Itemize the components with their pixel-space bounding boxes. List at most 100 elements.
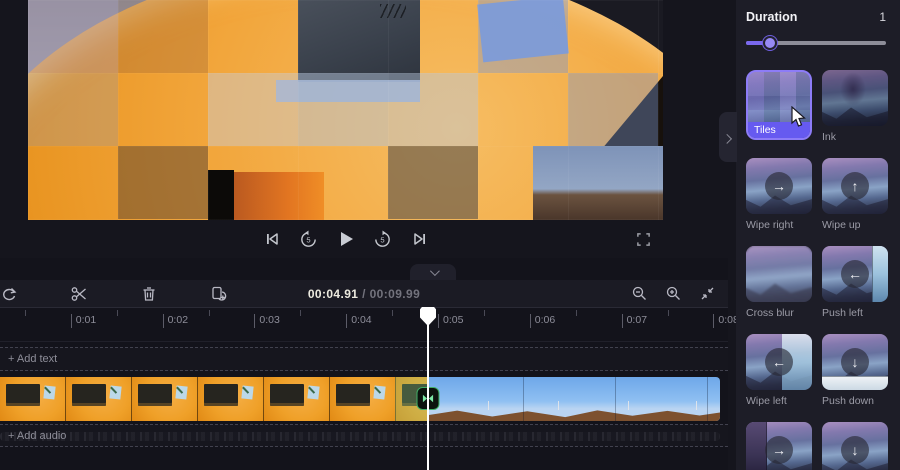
- clip2-turbine: [696, 401, 697, 410]
- timeline-panel: 00:04.91 / 00:09.99 0:010:020:030:040:05…: [0, 258, 728, 470]
- clip2-turbine: [488, 401, 489, 410]
- timeline-ruler[interactable]: 0:010:020:030:040:050:060:070:08: [0, 308, 728, 342]
- wipe-up-thumbnail[interactable]: ↑: [822, 158, 888, 214]
- arrow-left-icon: ←: [841, 260, 869, 288]
- ruler-time-label: 0:01: [71, 314, 96, 328]
- clip2-dunes: [428, 408, 720, 421]
- forward-5s-button[interactable]: 5: [371, 227, 395, 251]
- ruler-minor-tick: [392, 310, 393, 316]
- clip1-frame-thumbnail: [330, 377, 396, 421]
- playback-controls: 5 5: [28, 220, 663, 258]
- duration-slider[interactable]: [746, 36, 886, 50]
- ruler-minor-tick: [300, 310, 301, 316]
- add-audio-label: + Add audio: [0, 430, 66, 442]
- svg-text:5: 5: [380, 235, 384, 244]
- ruler-time-label: 0:08: [713, 314, 738, 328]
- video-editor-app: 5 5: [0, 0, 900, 470]
- push-right-thumbnail[interactable]: →: [746, 422, 812, 470]
- split-scissors-button[interactable]: [66, 283, 92, 305]
- clip2-frame-seam: [615, 377, 616, 421]
- clip2-frame-seam: [523, 377, 524, 421]
- clip1-frame-thumbnail: [264, 377, 330, 421]
- add-text-track[interactable]: + Add text: [0, 347, 728, 371]
- audio-waveform: [0, 432, 720, 441]
- transition-wipe-up[interactable]: ↑ Wipe up: [822, 158, 888, 231]
- clip1-frame-thumbnail: [66, 377, 132, 421]
- rewind-5s-button[interactable]: 5: [297, 227, 321, 251]
- push-down-thumbnail[interactable]: ↓: [822, 334, 888, 390]
- arrow-right-icon: →: [765, 172, 793, 200]
- skip-to-end-button[interactable]: [408, 227, 432, 251]
- duplicate-button[interactable]: [206, 283, 232, 305]
- play-button[interactable]: [334, 227, 358, 251]
- tiles-thumbnail[interactable]: Tiles: [746, 70, 812, 140]
- wipe-left-thumbnail[interactable]: ←: [746, 334, 812, 390]
- video-clip-2[interactable]: [428, 377, 720, 421]
- delete-trash-button[interactable]: [136, 283, 162, 305]
- fullscreen-button[interactable]: [631, 227, 655, 251]
- ruler-minor-tick: [484, 310, 485, 316]
- transition-push-down[interactable]: ↓ Push down: [822, 334, 888, 407]
- duration-label: Duration: [746, 10, 797, 24]
- transition-wipe-left[interactable]: ← Wipe left: [746, 334, 812, 407]
- sidebar-collapse-tab[interactable]: [719, 112, 737, 162]
- push-left-thumbnail[interactable]: ←: [822, 246, 888, 302]
- cross-blur-thumbnail[interactable]: [746, 246, 812, 302]
- clip2-frame-seam: [707, 377, 708, 421]
- zoom-in-button[interactable]: [660, 283, 686, 305]
- chevron-right-icon: [722, 133, 732, 143]
- ruler-minor-tick: [117, 310, 118, 316]
- ruler-minor-tick: [576, 310, 577, 316]
- transition-push-left[interactable]: ← Push left: [822, 246, 888, 319]
- video-preview-canvas[interactable]: [28, 0, 663, 220]
- video-track: [0, 377, 728, 421]
- slider-thumb[interactable]: [763, 36, 777, 50]
- transitions-grid: Tiles Ink → Wipe right ↑: [746, 70, 888, 470]
- timeline-toolbar: 00:04.91 / 00:09.99: [0, 280, 728, 308]
- wipe-right-thumbnail[interactable]: →: [746, 158, 812, 214]
- duration-row: Duration 1: [746, 10, 886, 24]
- video-clip-1[interactable]: [0, 377, 428, 421]
- arrow-down-icon: ↓: [841, 436, 869, 464]
- clip1-frame-thumbnail: [198, 377, 264, 421]
- ruler-time-label: 0:06: [530, 314, 555, 328]
- arrow-up-icon: ↑: [841, 172, 869, 200]
- ruler-time-label: 0:07: [622, 314, 647, 328]
- add-text-label: + Add text: [0, 353, 57, 365]
- svg-text:5: 5: [306, 235, 310, 244]
- redo-button[interactable]: [0, 283, 22, 305]
- wipe-down-thumbnail[interactable]: ↓: [822, 422, 888, 470]
- zoom-out-button[interactable]: [626, 283, 652, 305]
- ink-thumbnail[interactable]: [822, 70, 888, 126]
- mountain-graphic: [822, 100, 888, 126]
- arrow-down-icon: ↓: [841, 348, 869, 376]
- chevron-down-icon: [429, 266, 439, 276]
- transition-wipe-down[interactable]: ↓: [822, 422, 888, 470]
- duration-value: 1: [879, 10, 886, 24]
- transition-ink[interactable]: Ink: [822, 70, 888, 143]
- mountain-graphic: [746, 276, 812, 302]
- add-audio-track[interactable]: + Add audio: [0, 424, 728, 447]
- transitions-sidebar: Duration 1 Tiles Ink: [736, 0, 900, 470]
- mouse-cursor-icon: [788, 106, 808, 128]
- ruler-time-label: 0:04: [346, 314, 371, 328]
- transition-cross-blur[interactable]: Cross blur: [746, 246, 812, 319]
- ruler-time-label: 0:03: [254, 314, 279, 328]
- arrow-right-icon: →: [765, 436, 793, 464]
- transition-tiles[interactable]: Tiles: [746, 70, 812, 143]
- arrow-left-icon: ←: [765, 348, 793, 376]
- tile-seams: [28, 0, 663, 220]
- clip2-turbine: [628, 401, 629, 410]
- transition-push-right[interactable]: →: [746, 422, 812, 470]
- ruler-minor-tick: [25, 310, 26, 316]
- timeline-collapse-tab[interactable]: [410, 264, 456, 280]
- fit-to-screen-button[interactable]: [694, 283, 720, 305]
- ruler-minor-tick: [668, 310, 669, 316]
- playhead-line: [427, 310, 429, 470]
- clip1-frame-thumbnail: [0, 377, 66, 421]
- clip2-turbine: [558, 401, 559, 410]
- skip-to-start-button[interactable]: [260, 227, 284, 251]
- total-time: 00:09.99: [370, 287, 421, 301]
- ruler-time-label: 0:02: [163, 314, 188, 328]
- transition-wipe-right[interactable]: → Wipe right: [746, 158, 812, 231]
